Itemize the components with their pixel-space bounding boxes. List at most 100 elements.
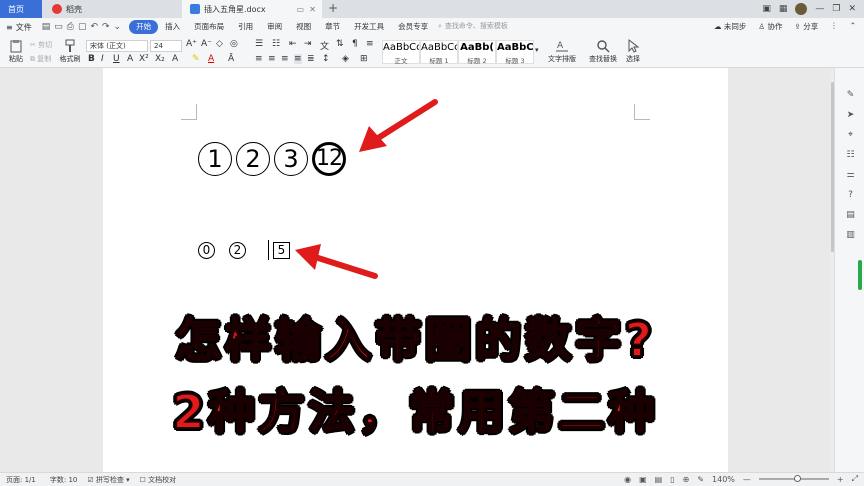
new-tab-icon[interactable]: + bbox=[328, 1, 338, 15]
help-icon[interactable]: ? bbox=[845, 190, 856, 201]
align-center-icon[interactable]: ≡ bbox=[268, 54, 276, 64]
text-effect-icon[interactable]: A bbox=[172, 54, 178, 64]
zoom-out-icon[interactable]: — bbox=[743, 475, 751, 484]
justify-icon[interactable]: ≡ bbox=[294, 54, 302, 64]
show-marks-icon[interactable]: ¶ bbox=[352, 39, 358, 49]
copy-button[interactable]: ⧉ 复制 bbox=[30, 54, 51, 64]
monitor-icon[interactable]: ▭ bbox=[296, 5, 304, 14]
small-circled-row[interactable]: 0 2 5 bbox=[198, 240, 290, 260]
menu-item-member[interactable]: 会员专享 bbox=[391, 20, 435, 34]
preview-icon[interactable]: ▢ bbox=[78, 22, 87, 32]
backup-icon[interactable]: ▤ bbox=[845, 210, 856, 221]
style-heading-2[interactable]: AaBb(标题 2 bbox=[458, 40, 496, 65]
reading-view-icon[interactable]: ▯ bbox=[670, 475, 674, 484]
undo-icon[interactable]: ↶ bbox=[90, 22, 98, 32]
zoom-slider-knob[interactable] bbox=[794, 475, 802, 482]
bold-icon[interactable]: B bbox=[88, 54, 95, 64]
restore-icon[interactable]: ❐ bbox=[832, 4, 840, 14]
style-heading-3[interactable]: AaBbCc 标题 3 bbox=[496, 40, 534, 65]
chinese-layout-icon[interactable]: 文 bbox=[320, 39, 329, 52]
avatar[interactable] bbox=[795, 3, 808, 15]
file-menu[interactable]: ≡ 文件 bbox=[0, 22, 32, 33]
select-button[interactable]: 选择 bbox=[622, 39, 644, 64]
eye-protect-icon[interactable]: ◉ bbox=[624, 475, 631, 484]
align-left-icon[interactable]: ≡ bbox=[255, 54, 263, 64]
char-border-icon[interactable]: Ā bbox=[228, 54, 234, 64]
print-icon[interactable]: ⎙ bbox=[67, 22, 74, 32]
grow-font-icon[interactable]: A⁺ bbox=[186, 39, 197, 49]
superscript-icon[interactable]: X² bbox=[139, 54, 149, 64]
collapse-ribbon-icon[interactable]: ⌃ bbox=[850, 21, 856, 32]
style-normal[interactable]: AaBbCcDd 正文 bbox=[382, 40, 420, 65]
cut-button[interactable]: ✂ 剪切 bbox=[30, 40, 52, 50]
highlight-icon[interactable]: ✎ bbox=[192, 54, 200, 64]
underline-icon[interactable]: U bbox=[113, 54, 120, 64]
italic-icon[interactable]: I bbox=[101, 54, 104, 64]
sync-button[interactable]: ☁ 未同步 bbox=[714, 21, 746, 32]
filter-icon[interactable]: ⚌ bbox=[845, 170, 856, 181]
document-page[interactable]: 1 2 3 12 0 2 5 怎样输入带圈的数字? 2种方法，常用第二种 bbox=[103, 68, 728, 472]
close-window-icon[interactable]: ✕ bbox=[848, 4, 856, 14]
borders-icon[interactable]: ⊞ bbox=[360, 54, 368, 64]
menu-item-start[interactable]: 开始 bbox=[129, 20, 159, 34]
find-replace-button[interactable]: 查找替换 bbox=[585, 39, 621, 64]
close-tab-icon[interactable]: ✕ bbox=[309, 5, 316, 14]
fit-page-icon[interactable]: ⤢ bbox=[852, 474, 858, 484]
paste-button[interactable]: 粘贴 bbox=[5, 39, 27, 64]
adjust-icon[interactable]: ☷ bbox=[845, 150, 856, 161]
clear-format-icon[interactable]: ◇ bbox=[216, 39, 223, 49]
menu-item-view[interactable]: 视图 bbox=[289, 20, 318, 34]
circled-numbers-row[interactable]: 1 2 3 12 bbox=[198, 142, 346, 176]
phonetic-icon[interactable]: ◎ bbox=[230, 39, 238, 49]
menu-item-insert[interactable]: 插入 bbox=[158, 20, 187, 34]
command-search[interactable]: ⌕ 查找命令、搜索模板 bbox=[438, 21, 508, 31]
subscript-icon[interactable]: X₂ bbox=[155, 54, 165, 64]
dropdown-icon[interactable]: ⌄ bbox=[114, 22, 122, 32]
style-heading-1[interactable]: AaBbCcI 标题 1 bbox=[420, 40, 458, 65]
share-button[interactable]: ⇪ 分享 bbox=[795, 21, 819, 32]
save-icon[interactable]: ▤ bbox=[42, 22, 51, 32]
sort-icon[interactable]: ⇅ bbox=[336, 39, 344, 49]
book-icon[interactable]: ▥ bbox=[845, 230, 856, 241]
menu-item-developer[interactable]: 开发工具 bbox=[347, 20, 391, 34]
format-painter-button[interactable]: 格式刷 bbox=[58, 39, 82, 64]
menu-item-layout[interactable]: 页面布局 bbox=[187, 20, 231, 34]
bullets-icon[interactable]: ☰ bbox=[255, 39, 263, 49]
style-gallery-more-icon[interactable]: ▾ bbox=[535, 46, 539, 54]
more-icon[interactable]: ⋮ bbox=[830, 21, 838, 32]
collab-button[interactable]: ♙ 协作 bbox=[758, 21, 782, 32]
shrink-font-icon[interactable]: A⁻ bbox=[201, 39, 212, 49]
tab-document[interactable]: 插入五角星.docx ▭ ✕ bbox=[182, 0, 322, 18]
redo-icon[interactable]: ↷ bbox=[102, 22, 110, 32]
strike-icon[interactable]: A bbox=[127, 54, 133, 64]
menu-item-section[interactable]: 章节 bbox=[318, 20, 347, 34]
indent-icon[interactable]: ⇥ bbox=[304, 39, 312, 49]
distribute-icon[interactable]: ≣ bbox=[307, 54, 315, 64]
word-count[interactable]: 字数: 10 bbox=[50, 475, 78, 485]
zoom-slider[interactable] bbox=[758, 475, 829, 482]
pointer-icon[interactable]: ➤ bbox=[845, 110, 856, 121]
web-view-icon[interactable]: ⊕ bbox=[683, 475, 690, 484]
numbering-icon[interactable]: ☷ bbox=[272, 39, 280, 49]
menu-item-review[interactable]: 审阅 bbox=[260, 20, 289, 34]
font-name-select[interactable]: 宋体 (正文) bbox=[86, 40, 148, 52]
menu-item-reference[interactable]: 引用 bbox=[231, 20, 260, 34]
text-layout-button[interactable]: A 文字排版 bbox=[545, 39, 579, 64]
grid-icon[interactable]: ▦ bbox=[779, 4, 788, 14]
folder-icon[interactable]: ▭ bbox=[54, 22, 63, 32]
window-mode-icon[interactable]: ▣ bbox=[762, 4, 771, 14]
side-tab-indicator[interactable] bbox=[858, 260, 862, 290]
font-size-select[interactable]: 24 bbox=[150, 40, 182, 52]
proofread-button[interactable]: ☐ 文档校对 bbox=[140, 475, 177, 485]
tab-daoke[interactable]: 稻壳 bbox=[44, 0, 180, 18]
tab-home[interactable]: 首页 bbox=[0, 0, 42, 18]
location-icon[interactable]: ⌖ bbox=[845, 130, 856, 141]
write-mode-icon[interactable]: ✎ bbox=[697, 475, 704, 484]
line-spacing-icon[interactable]: ≡ bbox=[366, 39, 374, 49]
shading-icon[interactable]: ◈ bbox=[342, 54, 349, 64]
page-view-icon[interactable]: ▣ bbox=[639, 475, 647, 484]
minimize-icon[interactable]: — bbox=[815, 4, 824, 14]
edit-icon[interactable]: ✎ bbox=[845, 90, 856, 101]
paragraph-spacing-icon[interactable]: ↕ bbox=[322, 54, 330, 64]
outline-view-icon[interactable]: ▤ bbox=[655, 475, 663, 484]
